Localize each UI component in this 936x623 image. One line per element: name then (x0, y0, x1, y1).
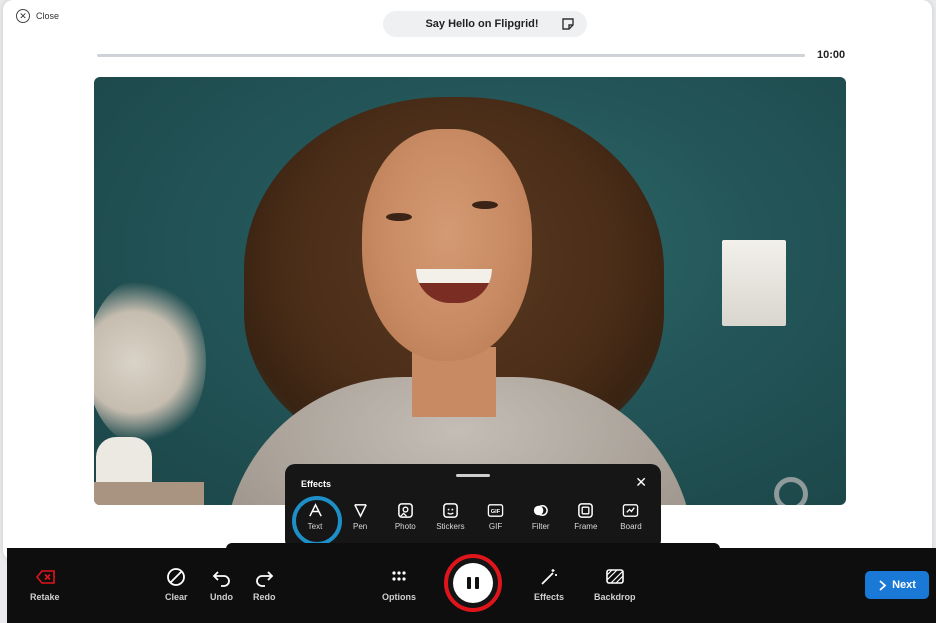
backdrop-icon (605, 569, 624, 584)
person-eye-right (472, 201, 498, 209)
clear-icon (167, 568, 186, 586)
camera-preview (94, 77, 846, 505)
options-grid-icon (392, 571, 406, 581)
undo-button[interactable]: Undo (210, 566, 233, 602)
frame-icon (578, 503, 594, 518)
effect-board[interactable]: Board (609, 502, 653, 531)
effect-stickers[interactable]: Stickers (428, 502, 472, 531)
background-shelf (94, 482, 204, 505)
effect-gif[interactable]: GIF GIF (474, 502, 518, 531)
gif-icon: GIF (487, 504, 504, 517)
effect-frame[interactable]: Frame (564, 502, 608, 531)
flipgrid-recorder: ✕ Close Say Hello on Flipgrid! 10:00 Eff… (0, 0, 936, 623)
retake-button[interactable]: Retake (30, 566, 60, 602)
recording-timer: 10:00 (817, 49, 846, 61)
pen-icon (353, 504, 367, 518)
gif-badge: GIF (491, 509, 501, 515)
close-button[interactable]: ✕ Close (16, 9, 59, 23)
person-face (362, 129, 532, 361)
backdrop-button[interactable]: Backdrop (594, 566, 636, 602)
background-lamp (722, 240, 786, 326)
effect-pen[interactable]: Pen (338, 502, 382, 531)
close-label: Close (36, 11, 60, 21)
note-icon[interactable] (557, 13, 579, 35)
redo-icon (256, 571, 274, 587)
panel-drag-handle[interactable] (456, 474, 490, 477)
magic-wand-icon (541, 569, 557, 585)
redo-button[interactable]: Redo (253, 566, 276, 602)
background-ring (774, 477, 808, 505)
next-button[interactable]: Next (865, 571, 929, 599)
effects-panel-title: Effects (301, 479, 332, 489)
board-icon (623, 504, 639, 517)
text-icon (308, 503, 322, 517)
topic-title-pill: Say Hello on Flipgrid! (383, 11, 587, 37)
sticker-icon (443, 503, 458, 518)
topic-title: Say Hello on Flipgrid! (425, 18, 539, 30)
effect-text[interactable]: Text (292, 496, 342, 546)
close-icon: ✕ (16, 9, 30, 23)
person-eye-left (386, 213, 412, 221)
effect-filter[interactable]: Filter (519, 502, 563, 531)
undo-icon (212, 571, 230, 587)
pause-icon (453, 563, 493, 603)
photo-icon (397, 503, 413, 518)
close-effects-icon[interactable]: ✕ (635, 474, 647, 491)
chevron-right-icon (879, 579, 887, 591)
recording-progress-bar (97, 54, 805, 57)
effects-list: Text Pen Photo Stickers GIF GIF Filter F… (292, 496, 653, 546)
effects-button[interactable]: Effects (534, 566, 564, 602)
clear-button[interactable]: Clear (165, 566, 188, 602)
pause-recording-button[interactable] (444, 554, 502, 612)
background-plant (94, 277, 206, 447)
effect-photo[interactable]: Photo (383, 502, 427, 531)
filter-icon (534, 505, 549, 516)
options-button[interactable]: Options (382, 566, 416, 602)
next-label: Next (892, 579, 916, 591)
effects-panel: Effects ✕ Text Pen Photo Stickers GIF GI… (285, 464, 661, 550)
retake-icon (35, 570, 55, 584)
